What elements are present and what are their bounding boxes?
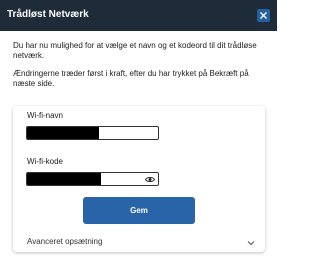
redacted-value bbox=[27, 173, 101, 185]
wifi-settings-card: Wi-fi-navn Wi-fi-kode Gem Avanceret opsæ… bbox=[13, 106, 265, 252]
eye-icon[interactable] bbox=[145, 176, 155, 183]
wifi-dialog: Trådløst Netværk Du har nu mulighed for … bbox=[0, 0, 277, 263]
advanced-settings-label: Avanceret opsætning bbox=[27, 237, 103, 246]
redacted-value bbox=[27, 127, 99, 139]
intro-paragraph-1: Du har nu mulighed for at vælge et navn … bbox=[13, 41, 257, 60]
dialog-title: Trådløst Netværk bbox=[7, 9, 89, 20]
password-label: Wi-fi-kode bbox=[27, 157, 64, 166]
intro-paragraph-2: Ændringerne træder først i kraft, efter … bbox=[13, 69, 249, 88]
dialog-titlebar: Trådløst Netværk bbox=[0, 0, 277, 31]
password-field[interactable] bbox=[26, 172, 159, 186]
advanced-settings-toggle[interactable]: Avanceret opsætning bbox=[27, 237, 255, 249]
close-button[interactable] bbox=[257, 9, 270, 22]
ssid-label: Wi-fi-navn bbox=[27, 111, 64, 120]
intro-text: Du har nu mulighed for at vælge et navn … bbox=[13, 41, 268, 97]
close-icon bbox=[260, 12, 267, 19]
ssid-field[interactable] bbox=[26, 126, 159, 140]
save-button[interactable]: Gem bbox=[83, 197, 195, 224]
chevron-down-icon bbox=[247, 241, 255, 246]
